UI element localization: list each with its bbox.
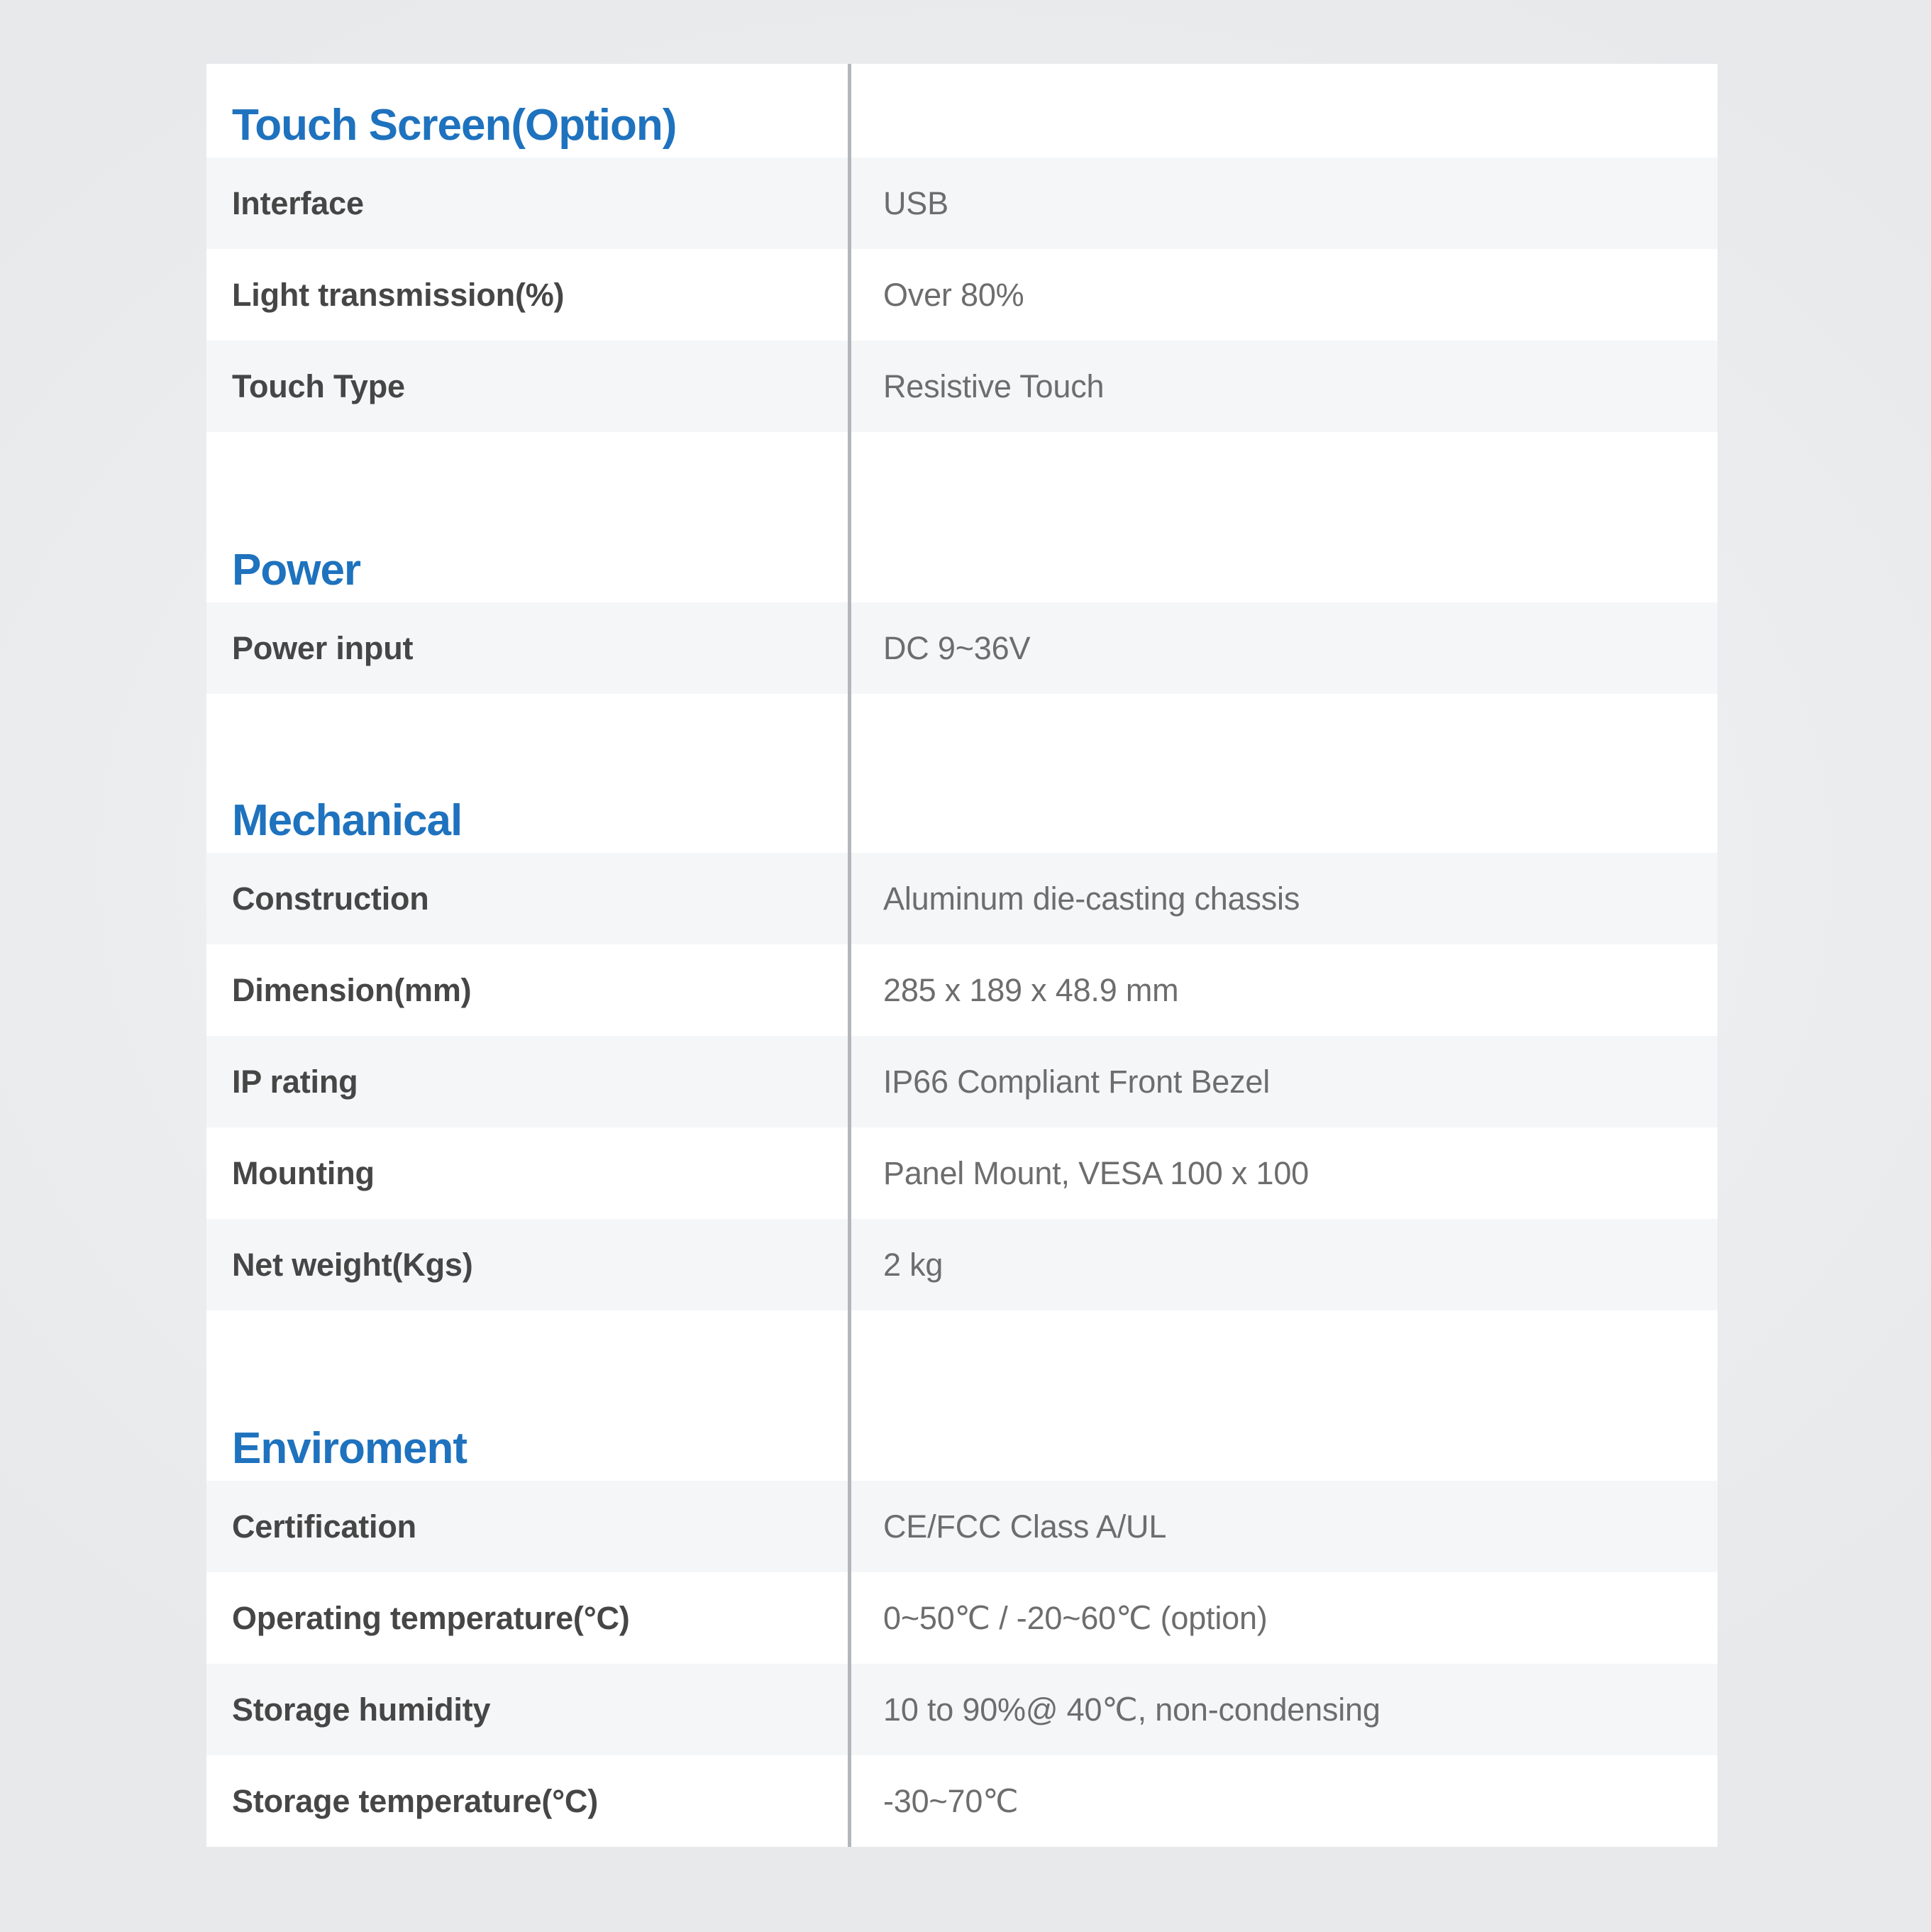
spacer-value-cell [848, 1310, 1717, 1387]
specification-table: Touch Screen(Option) Interface USB Light tr… [206, 64, 1717, 1847]
spec-row: Touch Type Resistive Touch [206, 341, 1717, 432]
spacer-value-cell [848, 432, 1717, 509]
spec-value: Over 80% [883, 276, 1024, 313]
spec-label: Touch Type [232, 368, 405, 404]
section-title: Mechanical [232, 796, 463, 845]
spec-row: Interface USB [206, 158, 1717, 249]
spec-row: Storage humidity 10 to 90%@ 40℃, non-cond… [206, 1664, 1717, 1755]
spec-label: Net weight(Kgs) [232, 1246, 473, 1283]
spec-value: 2 kg [883, 1246, 944, 1283]
spec-row: Storage temperature(°C) -30~70℃ [206, 1755, 1717, 1847]
section-header-cell: Enviroment [206, 1427, 848, 1481]
spec-row: Construction Aluminum die-casting chassis [206, 853, 1717, 944]
spec-value: USB [883, 184, 948, 221]
spec-label: Light transmission(%) [232, 276, 565, 313]
section-title: Touch Screen(Option) [232, 101, 677, 150]
spacer-value-cell [848, 694, 1717, 759]
spec-label: Storage humidity [232, 1691, 491, 1728]
spec-label: Mounting [232, 1154, 375, 1191]
spec-label: Dimension(mm) [232, 971, 472, 1008]
spec-row: IP rating IP66 Compliant Front Bezel [206, 1036, 1717, 1127]
spacer-label-cell [206, 1310, 848, 1387]
spec-label: Power input [232, 629, 414, 666]
section-title: Power [232, 546, 361, 595]
spec-value: 10 to 90%@ 40℃, non-condensing [883, 1691, 1381, 1728]
section-header-cell: Mechanical [206, 799, 848, 853]
spacer-row [206, 432, 1717, 509]
section-title: Enviroment [232, 1424, 467, 1473]
spec-value: 285 x 189 x 48.9 mm [883, 971, 1179, 1008]
spec-row: Net weight(Kgs) 2 kg [206, 1219, 1717, 1310]
spec-value: -30~70℃ [883, 1782, 1019, 1819]
section-header-row: Enviroment [206, 1387, 1717, 1481]
spacer-row [206, 694, 1717, 759]
spec-row: Light transmission(%) Over 80% [206, 249, 1717, 341]
spec-value: DC 9~36V [883, 629, 1031, 666]
section-header-row: Power [206, 509, 1717, 602]
spec-label: Interface [232, 184, 364, 221]
section-header-row: Mechanical [206, 759, 1717, 853]
spec-value: Panel Mount, VESA 100 x 100 [883, 1154, 1310, 1191]
section-header-cell: Power [206, 548, 848, 602]
spec-row: Certification CE/FCC Class A/UL [206, 1481, 1717, 1572]
spec-row: Power input DC 9~36V [206, 602, 1717, 694]
spec-value: 0~50℃ / -20~60℃ (option) [883, 1599, 1268, 1636]
spec-value: IP66 Compliant Front Bezel [883, 1063, 1271, 1100]
spacer-label-cell [206, 432, 848, 509]
spec-value: Aluminum die-casting chassis [883, 880, 1300, 917]
spec-label: Operating temperature(°C) [232, 1599, 630, 1636]
spec-row: Operating temperature(°C) 0~50℃ / -20~60℃… [206, 1572, 1717, 1664]
spacer-label-cell [206, 694, 848, 759]
spec-value: Resistive Touch [883, 368, 1105, 404]
section-header-cell: Touch Screen(Option) [206, 104, 848, 158]
spacer-row [206, 1310, 1717, 1387]
spec-row: Mounting Panel Mount, VESA 100 x 100 [206, 1127, 1717, 1219]
section-header-row: Touch Screen(Option) [206, 64, 1717, 158]
spec-value: CE/FCC Class A/UL [883, 1508, 1167, 1545]
spec-label: IP rating [232, 1063, 358, 1100]
spec-label: Construction [232, 880, 429, 917]
spec-row: Dimension(mm) 285 x 189 x 48.9 mm [206, 944, 1717, 1036]
spec-label: Storage temperature(°C) [232, 1782, 598, 1819]
spec-label: Certification [232, 1508, 416, 1545]
